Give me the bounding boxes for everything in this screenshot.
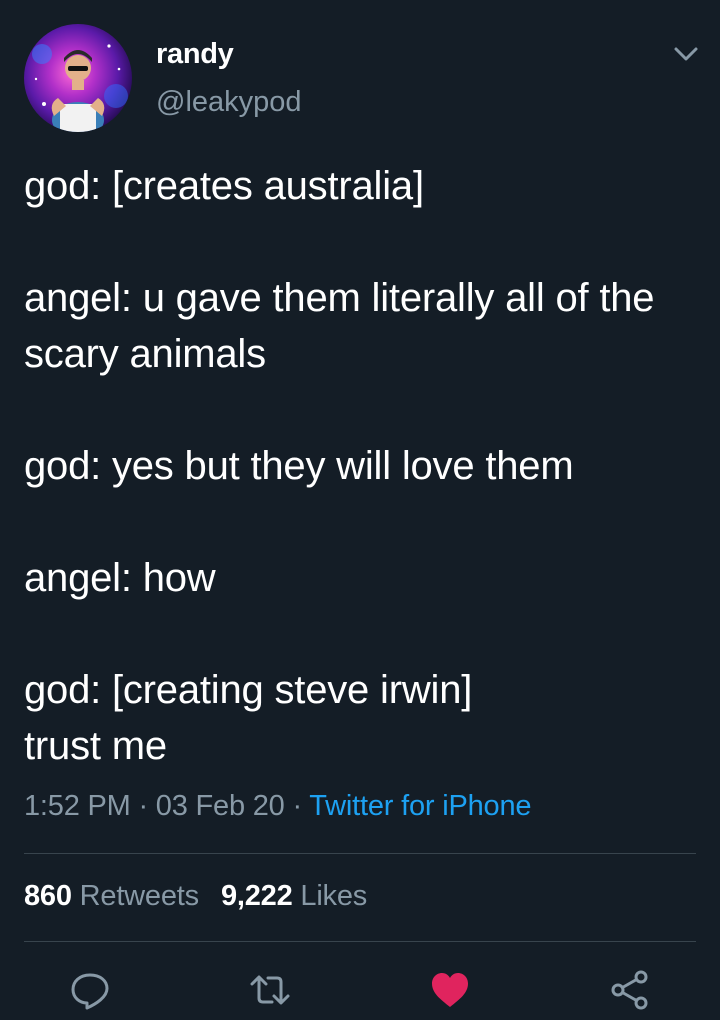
retweets-label: Retweets <box>79 880 199 912</box>
tweet-source-link[interactable]: Twitter for iPhone <box>309 790 531 822</box>
likes-label: Likes <box>300 880 368 912</box>
tweet-date: 03 Feb 20 <box>155 790 285 822</box>
retweets-count: 860 <box>24 880 72 912</box>
retweets-stat[interactable]: 860 Retweets <box>24 880 199 912</box>
tweet-card: randy @leakypod god: [creates australia]… <box>0 0 720 1020</box>
share-button[interactable] <box>608 968 652 1012</box>
meta-separator: · <box>130 790 156 822</box>
tweet-meta: 1:52 PM · 03 Feb 20 · Twitter for iPhone <box>24 790 532 823</box>
likes-count: 9,222 <box>220 880 293 912</box>
heart-icon <box>432 973 468 1007</box>
reply-button[interactable] <box>68 968 112 1012</box>
reply-icon <box>71 973 109 1010</box>
divider <box>24 853 696 854</box>
avatar[interactable] <box>24 24 132 132</box>
retweet-icon <box>250 975 290 1005</box>
chevron-down-icon[interactable] <box>668 40 704 68</box>
meta-separator: · <box>284 790 310 822</box>
tweet-time: 1:52 PM <box>24 790 131 822</box>
share-icon <box>611 970 648 1010</box>
divider <box>24 941 696 942</box>
like-button[interactable] <box>428 968 472 1012</box>
user-handle[interactable]: @leakypod <box>156 86 302 119</box>
display-name[interactable]: randy <box>156 38 234 71</box>
tweet-stats: 860 Retweets 9,222 Likes <box>24 880 367 913</box>
tweet-text: god: [creates australia] angel: u gave t… <box>24 164 655 768</box>
likes-stat[interactable]: 9,222 Likes <box>221 880 367 912</box>
retweet-button[interactable] <box>248 968 292 1012</box>
